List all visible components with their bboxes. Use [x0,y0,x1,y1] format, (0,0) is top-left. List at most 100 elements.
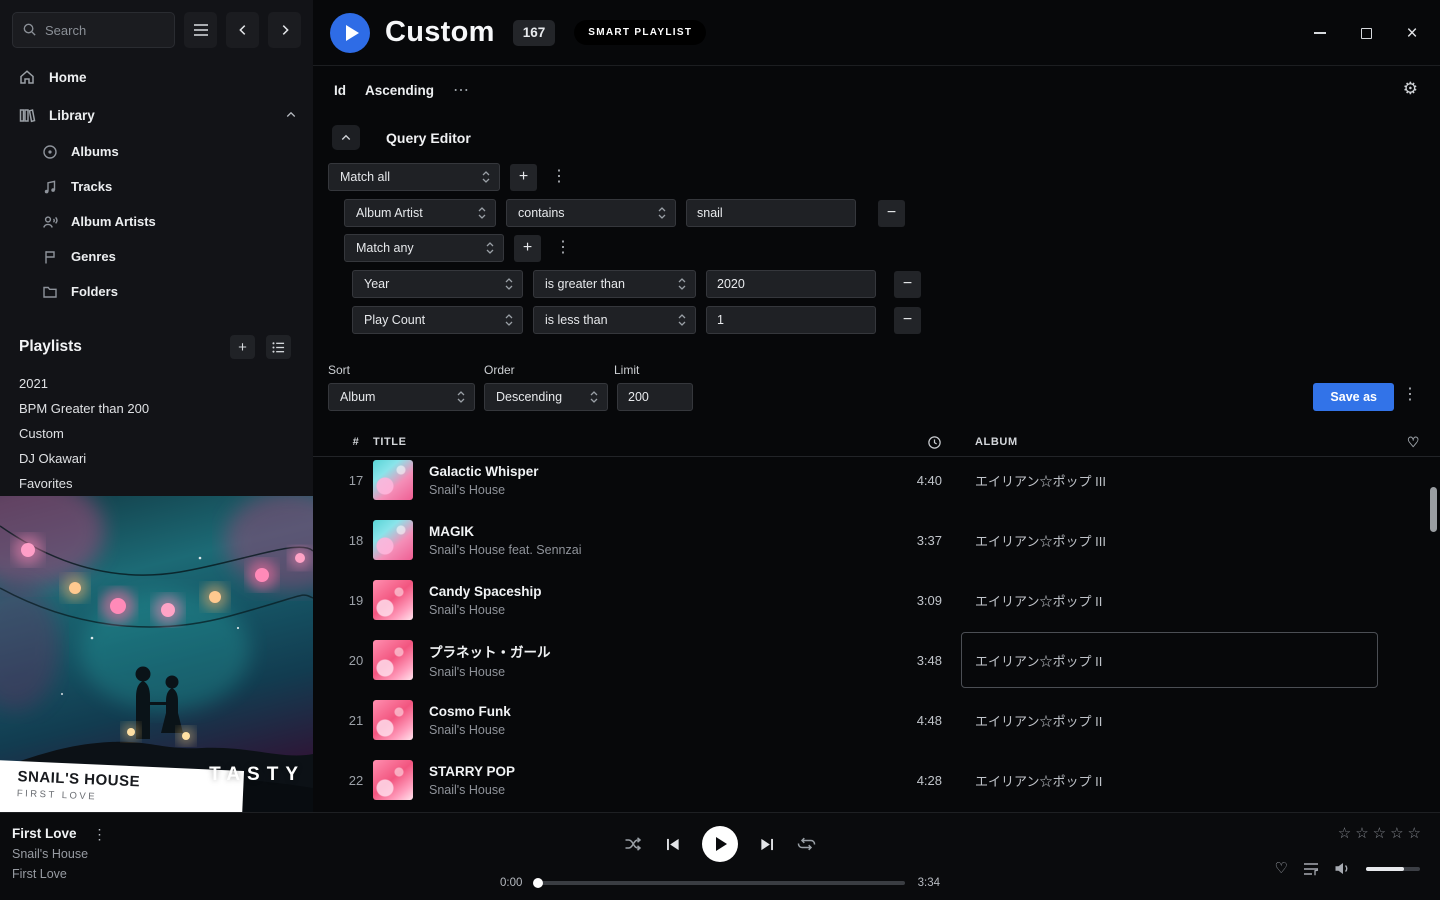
playlist-item[interactable]: Custom [0,421,313,446]
rule-field-select[interactable]: Album Artist [344,199,496,227]
playlist-item[interactable]: BPM Greater than 200 [0,396,313,421]
shuffle-icon [624,835,643,853]
track-row[interactable]: 21 Cosmo Funk Snail's House 4:48 エイリアン☆ポ… [313,690,1440,750]
track-row[interactable]: 17 Galactic Whisper Snail's House 4:40 エ… [313,457,1440,510]
sidebar-item-home[interactable]: Home [0,58,313,96]
collapse-query-editor-button[interactable] [332,125,360,150]
progress-knob[interactable] [533,878,543,888]
rule-value-input[interactable] [706,270,876,298]
playlist-view-button[interactable] [266,335,291,359]
sort-by-select[interactable]: Album [328,383,475,411]
flag-icon [42,249,58,265]
track-row[interactable]: 18 MAGIK Snail's House feat. Sennzai 3:3… [313,510,1440,570]
album-art-thumbnail [373,640,413,680]
select-chevrons-icon [456,389,466,405]
track-row[interactable]: 22 STARRY POP Snail's House 4:28 エイリアン☆ポ… [313,750,1440,810]
rule-operator-select[interactable]: is greater than [533,270,696,298]
star-icon[interactable]: ☆ [1408,825,1425,842]
group-menu-button[interactable]: ⋮ [547,169,571,185]
rule-field-select[interactable]: Year [352,270,523,298]
more-options-button[interactable]: ⋯ [453,80,469,100]
track-row[interactable]: 20 プラネット・ガール Snail's House 3:48 エイリアン☆ポッ… [313,630,1440,690]
rule-value-input[interactable] [706,306,876,334]
star-icon[interactable]: ☆ [1338,825,1355,842]
queue-button[interactable] [1303,862,1319,876]
sort-field-button[interactable]: Id [334,83,346,98]
group-menu-button[interactable]: ⋮ [551,240,575,256]
rule-value-input[interactable] [686,199,856,227]
track-number: 17 [339,473,373,488]
library-subnav: Albums Tracks Album Artists Genres [0,134,313,309]
star-icon[interactable]: ☆ [1373,825,1390,842]
remove-rule-button[interactable]: − [894,271,921,298]
track-row[interactable]: 19 Candy Spaceship Snail's House 3:09 エイ… [313,570,1440,630]
track-artist: Snail's House [429,723,874,737]
playlist-item[interactable]: 2021 [0,371,313,396]
select-chevrons-icon [477,205,487,221]
chevron-up-icon[interactable] [285,109,297,121]
nav-forward-button[interactable] [268,12,301,48]
column-header-album[interactable]: ALBUM [950,436,1380,448]
track-duration: 4:48 [874,713,950,728]
play-playlist-button[interactable] [330,13,370,53]
remove-rule-button[interactable]: − [878,200,905,227]
shuffle-button[interactable] [624,835,643,853]
sort-direction-button[interactable]: Ascending [365,83,434,98]
heart-icon: ♡ [1407,434,1420,451]
favorite-button[interactable]: ♡ [1275,861,1288,876]
track-title: Candy Spaceship [429,584,874,599]
maximize-button[interactable] [1350,17,1382,49]
minimize-button[interactable] [1304,17,1336,49]
volume-button[interactable] [1334,861,1351,876]
play-pause-button[interactable] [702,826,738,862]
limit-label: Limit [614,363,639,377]
list-icon [272,341,285,354]
add-rule-button[interactable]: + [514,235,541,262]
column-header-favorite[interactable]: ♡ [1380,434,1420,451]
progress-bar[interactable] [535,881,904,885]
rule-operator-value: is less than [545,313,608,327]
settings-gear-icon[interactable]: ⚙ [1403,80,1418,97]
rule-field-select[interactable]: Play Count [352,306,523,334]
track-artist: Snail's House [429,783,874,797]
track-album-focused-cell[interactable]: エイリアン☆ポップ II [950,630,1380,690]
order-select[interactable]: Descending [484,383,608,411]
sidebar-item-genres[interactable]: Genres [0,239,313,274]
column-header-number[interactable]: # [339,436,373,448]
close-button[interactable]: × [1396,17,1428,49]
save-as-button[interactable]: Save as [1313,383,1394,411]
match-mode-select[interactable]: Match all [328,163,500,191]
limit-input[interactable] [617,383,693,411]
track-album: エイリアン☆ポップ II [950,570,1380,630]
sidebar-item-albums[interactable]: Albums [0,134,313,169]
save-menu-button[interactable]: ⋮ [1398,387,1422,403]
match-mode-select[interactable]: Match any [344,234,504,262]
remove-rule-button[interactable]: − [894,307,921,334]
star-icon[interactable]: ☆ [1390,825,1407,842]
music-note-icon [42,179,58,195]
sidebar-item-library[interactable]: Library [0,96,313,134]
nav-back-button[interactable] [226,12,259,48]
next-track-button[interactable] [759,836,776,853]
scrollbar-thumb[interactable] [1430,487,1437,532]
menu-button[interactable] [184,12,217,48]
column-header-title[interactable]: TITLE [373,436,874,448]
rating-stars[interactable]: ☆☆☆☆☆ [1338,824,1425,842]
repeat-button[interactable] [797,835,816,853]
track-number: 22 [339,773,373,788]
playlist-item[interactable]: Favorites [0,471,313,496]
column-header-duration[interactable] [874,435,950,450]
rule-operator-select[interactable]: contains [506,199,676,227]
add-playlist-button[interactable]: + [230,335,255,359]
add-rule-button[interactable]: + [510,164,537,191]
sidebar-item-album-artists[interactable]: Album Artists [0,204,313,239]
volume-slider[interactable] [1366,867,1420,871]
now-playing-menu-button[interactable]: ⋮ [89,827,111,841]
rule-operator-select[interactable]: is less than [533,306,696,334]
sidebar-item-folders[interactable]: Folders [0,274,313,309]
sidebar-item-tracks[interactable]: Tracks [0,169,313,204]
star-icon[interactable]: ☆ [1355,825,1372,842]
previous-track-button[interactable] [664,836,681,853]
play-icon [716,837,727,851]
playlist-item[interactable]: DJ Okawari [0,446,313,471]
